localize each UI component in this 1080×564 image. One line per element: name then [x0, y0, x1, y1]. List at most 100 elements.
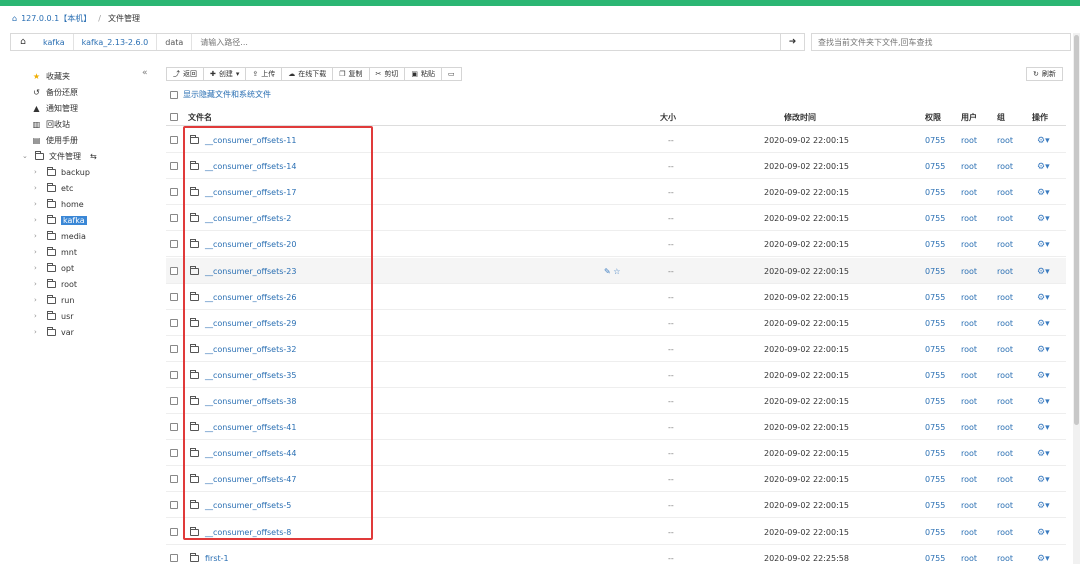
file-group-link[interactable]: root [997, 345, 1013, 354]
file-user-link[interactable]: root [961, 397, 977, 406]
file-user-link[interactable]: root [961, 214, 977, 223]
tree-item-home[interactable]: › home [34, 197, 84, 211]
header-mtime[interactable]: 修改时间 [784, 112, 816, 123]
path-home-icon[interactable]: ⌂ [11, 37, 35, 47]
chevron-right-icon[interactable]: › [34, 280, 42, 288]
row-checkbox[interactable] [170, 527, 178, 536]
chevron-right-icon[interactable]: › [34, 296, 42, 304]
file-name-link[interactable]: __consumer_offsets-20 [205, 240, 296, 249]
row-checkbox[interactable] [170, 162, 178, 171]
table-row[interactable]: __consumer_offsets-2 -- 2020-09-02 22:00:1… [166, 205, 1066, 232]
gear-dropdown-icon[interactable]: ⚙▾ [1037, 162, 1050, 172]
upload-button[interactable]: ⇪ 上传 [245, 67, 283, 81]
file-name-link[interactable]: __consumer_offsets-5 [205, 501, 291, 510]
select-all-checkbox[interactable] [170, 113, 178, 121]
gear-dropdown-icon[interactable]: ⚙▾ [1037, 188, 1050, 198]
gear-dropdown-icon[interactable]: ⚙▾ [1037, 214, 1050, 224]
file-group-link[interactable]: root [997, 423, 1013, 432]
sidebar-item-favorites[interactable]: ★ 收藏夹 [32, 69, 70, 83]
gear-dropdown-icon[interactable]: ⚙▾ [1037, 528, 1050, 538]
header-size[interactable]: 大小 [660, 112, 676, 123]
tree-item-kafka[interactable]: › kafka [34, 213, 87, 227]
table-row[interactable]: __consumer_offsets-29 -- 2020-09-02 22:00:… [166, 310, 1066, 336]
table-row[interactable]: first-1 -- 2020-09-02 22:25:58 0755 root root… [166, 545, 1066, 564]
paste-button[interactable]: ▣ 粘贴 [404, 67, 443, 81]
file-name-link[interactable]: __consumer_offsets-14 [205, 162, 296, 171]
tree-item-backup[interactable]: › backup [34, 165, 90, 179]
sidebar-item-notifications[interactable]: ▲ 通知管理 [32, 101, 78, 115]
tree-item-opt[interactable]: › opt [34, 261, 74, 275]
show-hidden-checkbox[interactable] [170, 90, 178, 99]
file-user-link[interactable]: root [961, 188, 977, 197]
file-group-link[interactable]: root [997, 162, 1013, 171]
refresh-button[interactable]: ↻ 刷新 [1026, 67, 1063, 81]
gear-dropdown-icon[interactable]: ⚙▾ [1037, 554, 1050, 564]
create-button[interactable]: ✚ 创建 ▾ [203, 67, 247, 81]
home-icon[interactable]: ⌂ [12, 14, 17, 23]
file-name-link[interactable]: __consumer_offsets-47 [205, 475, 296, 484]
sidebar-item-manual[interactable]: ▤ 使用手册 [32, 133, 78, 147]
table-row[interactable]: __consumer_offsets-26 -- 2020-09-02 22:00:… [166, 284, 1066, 310]
path-input[interactable] [192, 34, 780, 50]
file-name-link[interactable]: __consumer_offsets-35 [205, 371, 296, 380]
file-user-link[interactable]: root [961, 293, 977, 302]
tree-item-mnt[interactable]: › mnt [34, 245, 77, 259]
table-row[interactable]: __consumer_offsets-11 -- 2020-09-02 22:00:… [166, 127, 1066, 153]
table-row[interactable]: __consumer_offsets-23 -- 2020-09-02 22:00:… [166, 257, 1066, 284]
table-row[interactable]: __consumer_offsets-47 -- 2020-09-02 22:00:… [166, 466, 1066, 493]
tree-item-etc[interactable]: › etc [34, 181, 73, 195]
search-input[interactable] [818, 37, 1070, 47]
file-group-link[interactable]: root [997, 449, 1013, 458]
row-checkbox[interactable] [170, 370, 178, 379]
file-group-link[interactable]: root [997, 319, 1013, 328]
file-group-link[interactable]: root [997, 397, 1013, 406]
gear-dropdown-icon[interactable]: ⚙▾ [1037, 267, 1050, 277]
file-name-link[interactable]: __consumer_offsets-38 [205, 397, 296, 406]
gear-dropdown-icon[interactable]: ⚙▾ [1037, 371, 1050, 381]
table-row[interactable]: __consumer_offsets-35 -- 2020-09-02 22:00:… [166, 362, 1066, 388]
scrollbar-thumb[interactable] [1074, 35, 1079, 425]
breadcrumb-host[interactable]: 127.0.0.1【本机】 [21, 13, 91, 24]
file-permission-link[interactable]: 0755 [925, 449, 945, 458]
file-group-link[interactable]: root [997, 371, 1013, 380]
file-name-link[interactable]: __consumer_offsets-8 [205, 528, 291, 537]
file-permission-link[interactable]: 0755 [925, 397, 945, 406]
file-permission-link[interactable]: 0755 [925, 528, 945, 537]
chevron-right-icon[interactable]: › [34, 264, 42, 272]
path-segment-1[interactable]: kafka [35, 34, 74, 50]
file-group-link[interactable]: root [997, 475, 1013, 484]
file-permission-link[interactable]: 0755 [925, 319, 945, 328]
file-user-link[interactable]: root [961, 501, 977, 510]
file-permission-link[interactable]: 0755 [925, 475, 945, 484]
file-name-link[interactable]: __consumer_offsets-41 [205, 423, 296, 432]
file-name-link[interactable]: __consumer_offsets-32 [205, 345, 296, 354]
sync-icon[interactable]: ⇆ [90, 152, 97, 161]
row-checkbox[interactable] [170, 318, 178, 327]
file-name-link[interactable]: first-1 [205, 554, 229, 563]
gear-dropdown-icon[interactable]: ⚙▾ [1037, 501, 1050, 511]
file-permission-link[interactable]: 0755 [925, 423, 945, 432]
back-button[interactable]: ⤴ 返回 [166, 67, 204, 81]
gear-dropdown-icon[interactable]: ⚙▾ [1037, 319, 1050, 329]
scrollbar[interactable] [1073, 33, 1080, 564]
online-download-button[interactable]: ☁ 在线下载 [281, 67, 334, 81]
gear-dropdown-icon[interactable]: ⚙▾ [1037, 345, 1050, 355]
row-checkbox[interactable] [170, 553, 178, 562]
file-user-link[interactable]: root [961, 319, 977, 328]
row-checkbox[interactable] [170, 214, 178, 223]
tree-item-media[interactable]: › media [34, 229, 86, 243]
file-group-link[interactable]: root [997, 240, 1013, 249]
file-name-link[interactable]: __consumer_offsets-44 [205, 449, 296, 458]
file-permission-link[interactable]: 0755 [925, 371, 945, 380]
chevron-right-icon[interactable]: › [34, 248, 42, 256]
file-user-link[interactable]: root [961, 475, 977, 484]
file-permission-link[interactable]: 0755 [925, 501, 945, 510]
chevron-right-icon[interactable]: › [34, 168, 42, 176]
file-user-link[interactable]: root [961, 267, 977, 276]
row-checkbox[interactable] [170, 344, 178, 353]
file-user-link[interactable]: root [961, 528, 977, 537]
table-row[interactable]: __consumer_offsets-5 -- 2020-09-02 22:00:1… [166, 492, 1066, 519]
table-row[interactable]: __consumer_offsets-14 -- 2020-09-02 22:00:… [166, 153, 1066, 180]
sidebar-item-trash[interactable]: ▥ 回收站 [32, 117, 70, 131]
row-checkbox[interactable] [170, 188, 178, 197]
